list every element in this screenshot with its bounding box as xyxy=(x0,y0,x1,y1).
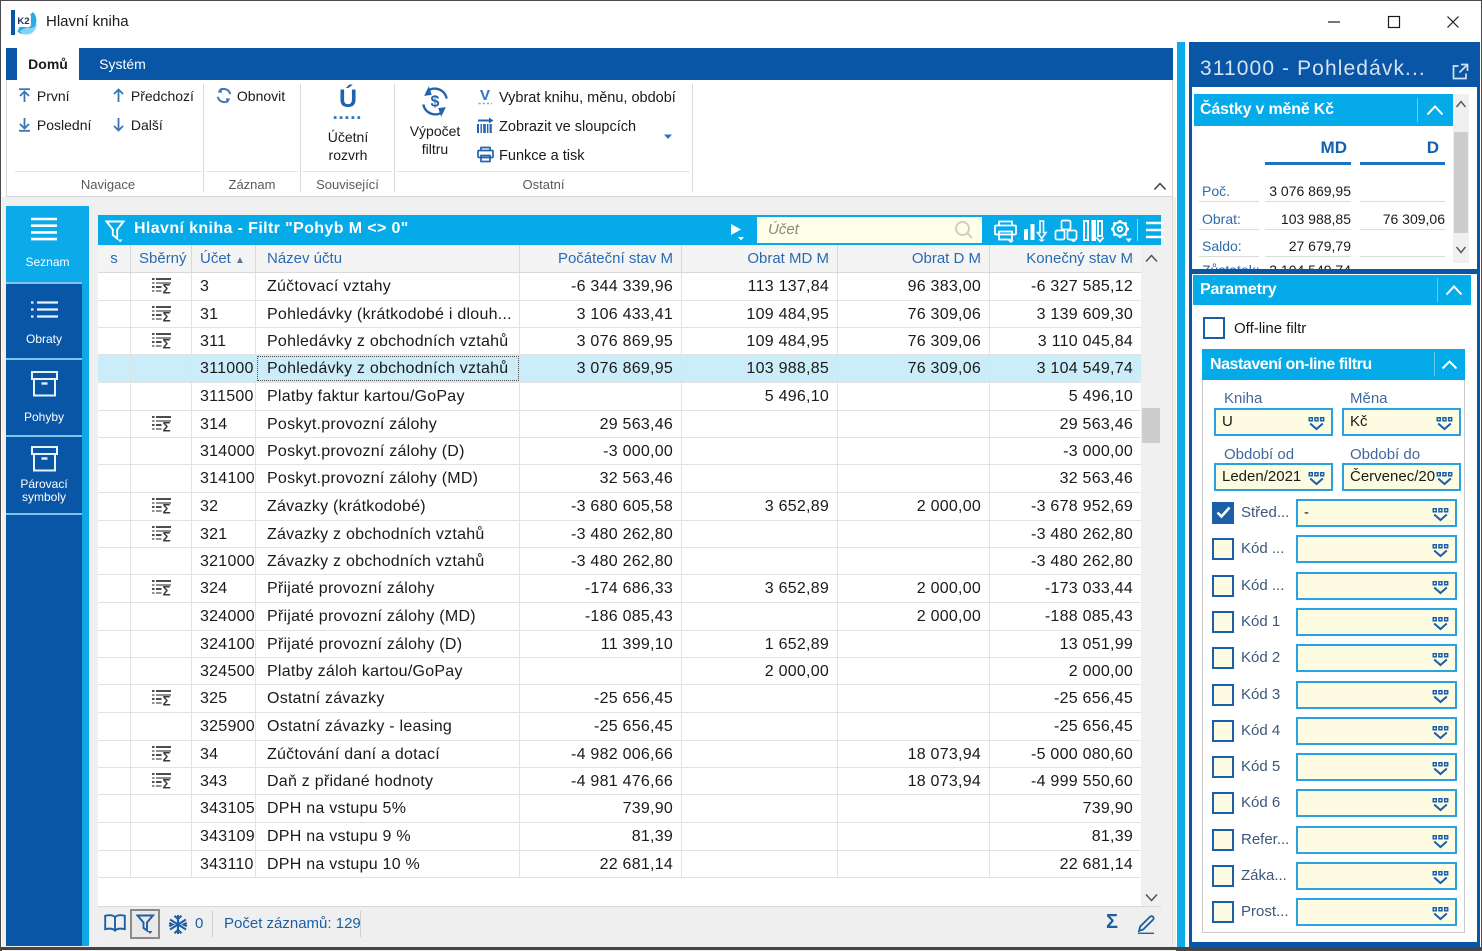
svg-text:Σ: Σ xyxy=(162,694,170,707)
svg-text:Σ: Σ xyxy=(162,282,170,295)
svg-text:Σ: Σ xyxy=(162,750,170,763)
svg-text:Σ: Σ xyxy=(162,584,170,597)
svg-text:Σ: Σ xyxy=(162,420,170,433)
svg-text:Σ: Σ xyxy=(162,337,170,350)
svg-text:$: $ xyxy=(431,94,440,111)
svg-text:Σ: Σ xyxy=(162,502,170,515)
svg-text:V: V xyxy=(480,88,490,104)
svg-text:Σ: Σ xyxy=(162,530,170,543)
svg-text:Σ: Σ xyxy=(162,310,170,323)
svg-text:Σ: Σ xyxy=(162,777,170,790)
svg-text:K2: K2 xyxy=(17,16,29,27)
